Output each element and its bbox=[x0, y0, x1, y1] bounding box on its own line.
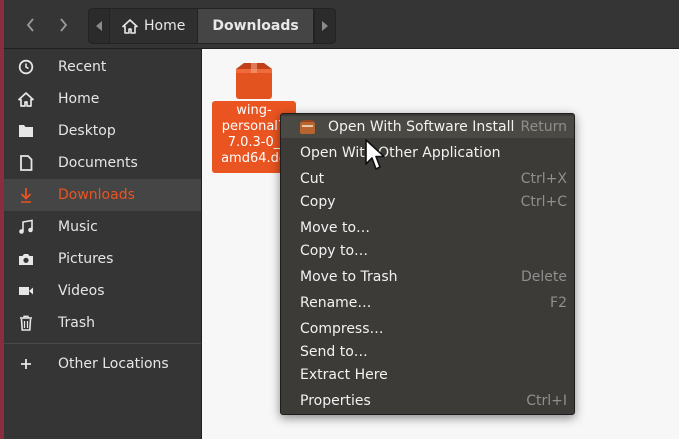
chevron-left-icon bbox=[26, 18, 34, 32]
sidebar-item-videos[interactable]: Videos bbox=[4, 275, 201, 307]
sidebar-item-label: Recent bbox=[58, 59, 107, 75]
menu-item-compress[interactable]: Compress… bbox=[281, 318, 574, 340]
path-scroll-left-button[interactable] bbox=[89, 9, 110, 43]
chevron-right-icon bbox=[60, 18, 68, 32]
menu-item-properties[interactable]: Properties Ctrl+I bbox=[281, 390, 574, 412]
menu-item-copy[interactable]: Copy Ctrl+C bbox=[281, 191, 574, 213]
sidebar-item-other-locations[interactable]: Other Locations bbox=[4, 348, 201, 380]
sidebar-item-trash[interactable]: Trash bbox=[4, 307, 201, 339]
menu-item-extract-here[interactable]: Extract Here bbox=[281, 364, 574, 386]
path-scroll-right-button[interactable] bbox=[313, 9, 335, 43]
menu-item-copy-to[interactable]: Copy to… bbox=[281, 240, 574, 262]
forward-button[interactable] bbox=[48, 10, 78, 40]
video-icon bbox=[16, 281, 36, 301]
sidebar: Recent Home Desktop Documents Downloads bbox=[4, 49, 202, 439]
triangle-left-icon bbox=[96, 21, 102, 31]
path-segment-home[interactable]: Home bbox=[110, 9, 199, 43]
sidebar-item-label: Downloads bbox=[58, 187, 135, 203]
home-icon bbox=[122, 18, 138, 34]
sidebar-item-home[interactable]: Home bbox=[4, 83, 201, 115]
mouse-pointer-icon bbox=[365, 139, 385, 170]
triangle-right-icon bbox=[321, 21, 328, 31]
sidebar-item-recent[interactable]: Recent bbox=[4, 51, 201, 83]
sidebar-item-downloads[interactable]: Downloads bbox=[4, 179, 201, 211]
back-button[interactable] bbox=[16, 10, 46, 40]
menu-item-rename[interactable]: Rename… F2 bbox=[281, 292, 574, 314]
sidebar-separator bbox=[4, 343, 201, 344]
trash-icon bbox=[16, 313, 36, 333]
sidebar-item-label: Music bbox=[58, 219, 98, 235]
sidebar-item-documents[interactable]: Documents bbox=[4, 147, 201, 179]
sidebar-item-label: Videos bbox=[58, 283, 105, 299]
package-icon bbox=[300, 120, 315, 134]
path-segment-label: Home bbox=[144, 18, 186, 34]
path-segment-downloads[interactable]: Downloads bbox=[198, 9, 314, 43]
clock-icon bbox=[16, 57, 36, 77]
sidebar-item-label: Pictures bbox=[58, 251, 114, 267]
menu-item-move-to[interactable]: Move to… bbox=[281, 217, 574, 239]
home-icon bbox=[16, 89, 36, 109]
sidebar-item-label: Documents bbox=[58, 155, 138, 171]
sidebar-item-label: Home bbox=[58, 91, 100, 107]
sidebar-item-label: Trash bbox=[58, 315, 95, 331]
menu-item-open-with-software-install[interactable]: Open With Software Install Return bbox=[281, 116, 574, 138]
menu-item-cut[interactable]: Cut Ctrl+X bbox=[281, 168, 574, 190]
menu-item-send-to[interactable]: Send to… bbox=[281, 341, 574, 363]
header-bar: Home Downloads bbox=[4, 0, 679, 49]
document-icon bbox=[16, 153, 36, 173]
path-bar: Home Downloads bbox=[88, 8, 336, 44]
menu-item-move-to-trash[interactable]: Move to Trash Delete bbox=[281, 266, 574, 288]
package-icon bbox=[236, 63, 272, 99]
path-segment-label: Downloads bbox=[212, 18, 299, 34]
sidebar-item-music[interactable]: Music bbox=[4, 211, 201, 243]
camera-icon bbox=[16, 249, 36, 269]
sidebar-item-pictures[interactable]: Pictures bbox=[4, 243, 201, 275]
menu-item-open-with-other-application[interactable]: Open With Other Application bbox=[281, 142, 574, 164]
folder-icon bbox=[16, 121, 36, 141]
context-menu: Open With Software Install Return Open W… bbox=[280, 113, 575, 415]
download-icon bbox=[16, 185, 36, 205]
plus-icon bbox=[16, 354, 36, 374]
sidebar-item-desktop[interactable]: Desktop bbox=[4, 115, 201, 147]
music-icon bbox=[16, 217, 36, 237]
sidebar-item-label: Desktop bbox=[58, 123, 116, 139]
sidebar-item-label: Other Locations bbox=[58, 356, 169, 372]
